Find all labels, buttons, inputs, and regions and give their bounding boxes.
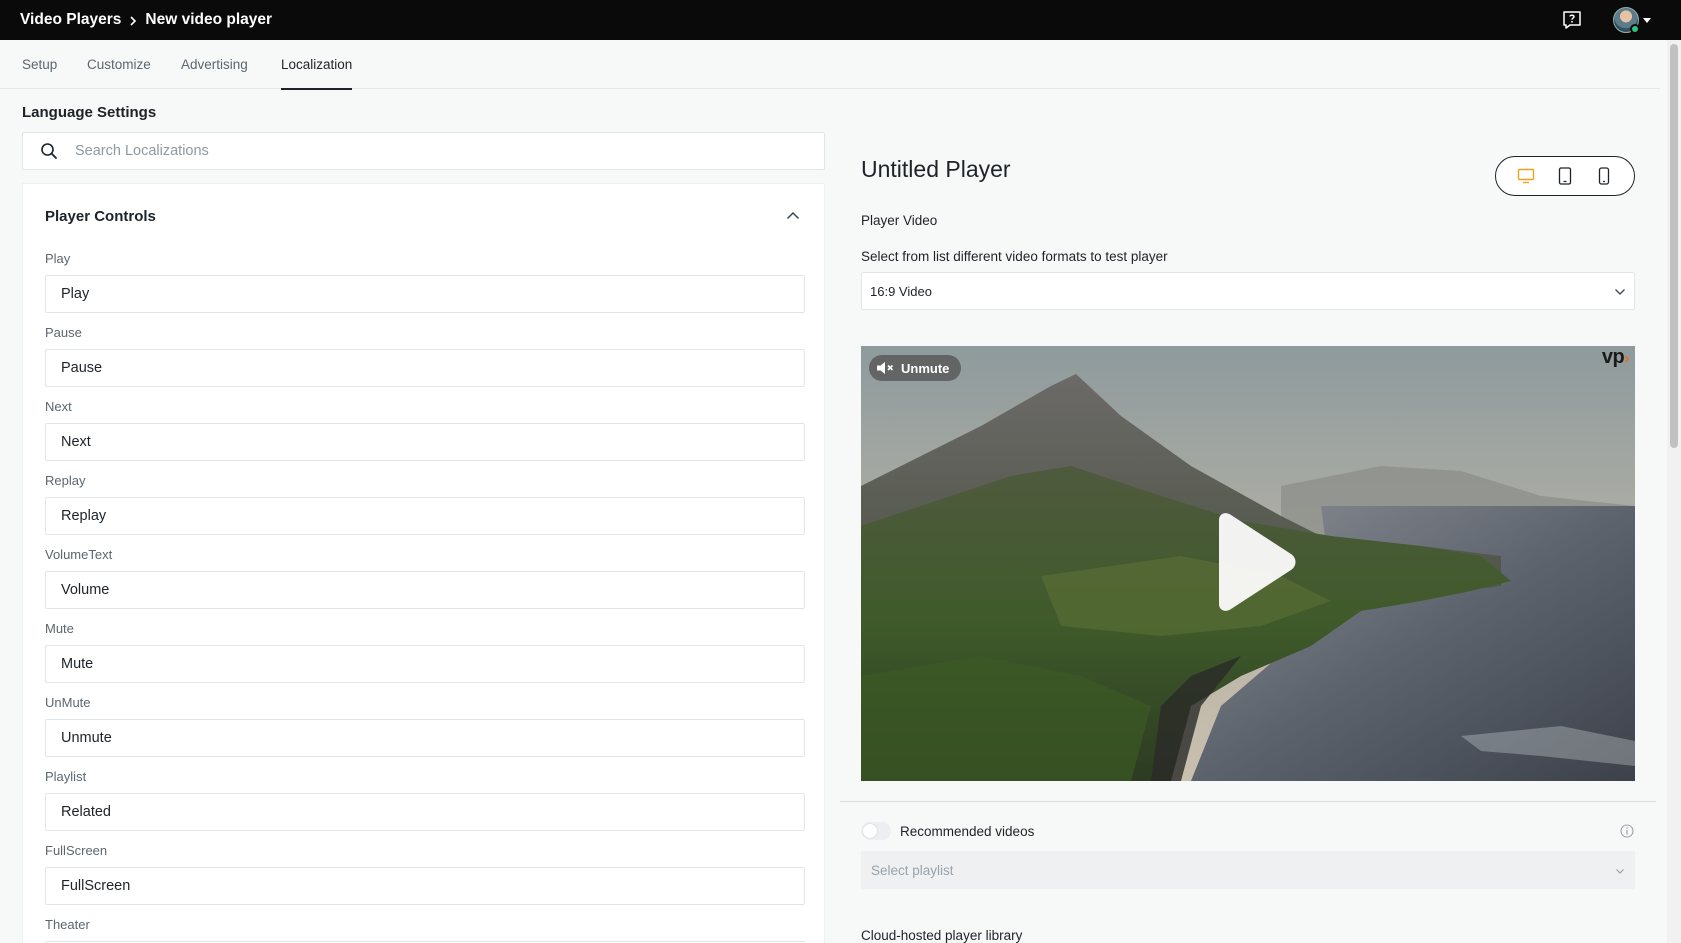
field-playlist: Playlist Related [45, 768, 805, 831]
field-label: Replay [45, 473, 86, 488]
play-icon[interactable] [1205, 512, 1297, 612]
cloud-hosted-library-label: Cloud-hosted player library [861, 928, 1023, 943]
logo-chevron-icon: › [1624, 350, 1629, 367]
mute-text-input[interactable]: Mute [45, 645, 805, 683]
vp-logo: vp› [1601, 346, 1630, 369]
playlist-text-input[interactable]: Related [45, 793, 805, 831]
online-status-dot [1630, 24, 1640, 34]
toggle-knob [863, 824, 877, 838]
field-label: Mute [45, 621, 74, 636]
chevron-down-icon [1614, 284, 1626, 299]
replay-text-input[interactable]: Replay [45, 497, 805, 535]
scrollbar-thumb[interactable] [1670, 44, 1678, 448]
field-label: VolumeText [45, 547, 113, 562]
unmute-button[interactable]: Unmute [869, 355, 962, 381]
field-label: Theater [45, 917, 90, 932]
field-mute: Mute Mute [45, 620, 805, 683]
help-chat-icon[interactable] [1561, 9, 1583, 31]
recommended-videos-label: Recommended videos [900, 823, 1035, 839]
field-fullscreen: FullScreen FullScreen [45, 842, 805, 905]
user-menu[interactable] [1613, 7, 1651, 34]
field-label: Pause [45, 325, 82, 340]
top-bar: Video Players New video player [0, 0, 1681, 40]
field-label: Playlist [45, 769, 87, 784]
field-unmute: UnMute Unmute [45, 694, 805, 757]
chevron-right-icon [127, 14, 139, 26]
search-localizations [22, 132, 825, 170]
fullscreen-text-input[interactable]: FullScreen [45, 867, 805, 905]
search-input[interactable] [75, 143, 775, 159]
field-theater: Theater [45, 916, 805, 943]
avatar[interactable] [1613, 7, 1640, 34]
unmute-label: Unmute [901, 360, 950, 376]
tab-bar: Setup Customize Advertising Localization [0, 40, 1660, 90]
field-next: Next Next [45, 398, 805, 461]
field-volume-text: VolumeText Volume [45, 546, 805, 609]
mobile-icon[interactable] [1592, 164, 1616, 188]
player-controls-title: Player Controls [45, 208, 156, 225]
speaker-muted-icon [877, 362, 894, 374]
section-divider [840, 801, 1656, 802]
play-text-input[interactable]: Play [45, 275, 805, 313]
field-replay: Replay Replay [45, 472, 805, 535]
unmute-text-input[interactable]: Unmute [45, 719, 805, 757]
video-format-help: Select from list different video formats… [861, 249, 1168, 264]
chevron-down-icon [1615, 863, 1625, 878]
playlist-select[interactable]: Select playlist [861, 851, 1635, 889]
caret-down-icon [1643, 17, 1651, 23]
field-pause: Pause Pause [45, 324, 805, 387]
next-text-input[interactable]: Next [45, 423, 805, 461]
tab-setup[interactable]: Setup [22, 40, 57, 89]
tab-localization[interactable]: Localization [281, 40, 353, 90]
video-format-select[interactable]: 16:9 Video [861, 272, 1635, 310]
volume-text-input[interactable]: Volume [45, 571, 805, 609]
field-label: UnMute [45, 695, 91, 710]
video-preview[interactable]: Unmute vp› [861, 346, 1635, 781]
breadcrumb: Video Players New video player [20, 0, 272, 40]
breadcrumb-video-players[interactable]: Video Players [20, 11, 121, 29]
search-icon [39, 141, 59, 161]
field-play: Play Play [45, 250, 805, 313]
breadcrumb-current: New video player [145, 11, 273, 28]
language-settings-title: Language Settings [22, 104, 157, 121]
playlist-select-placeholder: Select playlist [871, 862, 954, 878]
tab-advertising[interactable]: Advertising [181, 40, 248, 89]
field-label: FullScreen [45, 843, 108, 858]
player-title: Untitled Player [861, 156, 1011, 182]
field-label: Play [45, 251, 71, 266]
tablet-icon[interactable] [1553, 164, 1577, 188]
device-preview-toggle [1495, 156, 1635, 196]
player-video-label: Player Video [861, 213, 938, 228]
page-scrollbar[interactable] [1667, 40, 1681, 943]
tab-customize[interactable]: Customize [87, 40, 151, 89]
format-selected-value: 16:9 Video [870, 283, 932, 299]
pause-text-input[interactable]: Pause [45, 349, 805, 387]
field-label: Next [45, 399, 72, 414]
chevron-up-icon[interactable] [784, 207, 802, 225]
info-icon[interactable] [1619, 823, 1635, 839]
desktop-icon[interactable] [1514, 164, 1538, 188]
recommended-videos-row: Recommended videos [861, 820, 1635, 842]
player-controls-card: Player Controls Play Play Pause Pause Ne… [22, 183, 825, 943]
vp-logo-text: vp [1601, 346, 1625, 368]
recommended-videos-toggle[interactable] [861, 822, 891, 840]
